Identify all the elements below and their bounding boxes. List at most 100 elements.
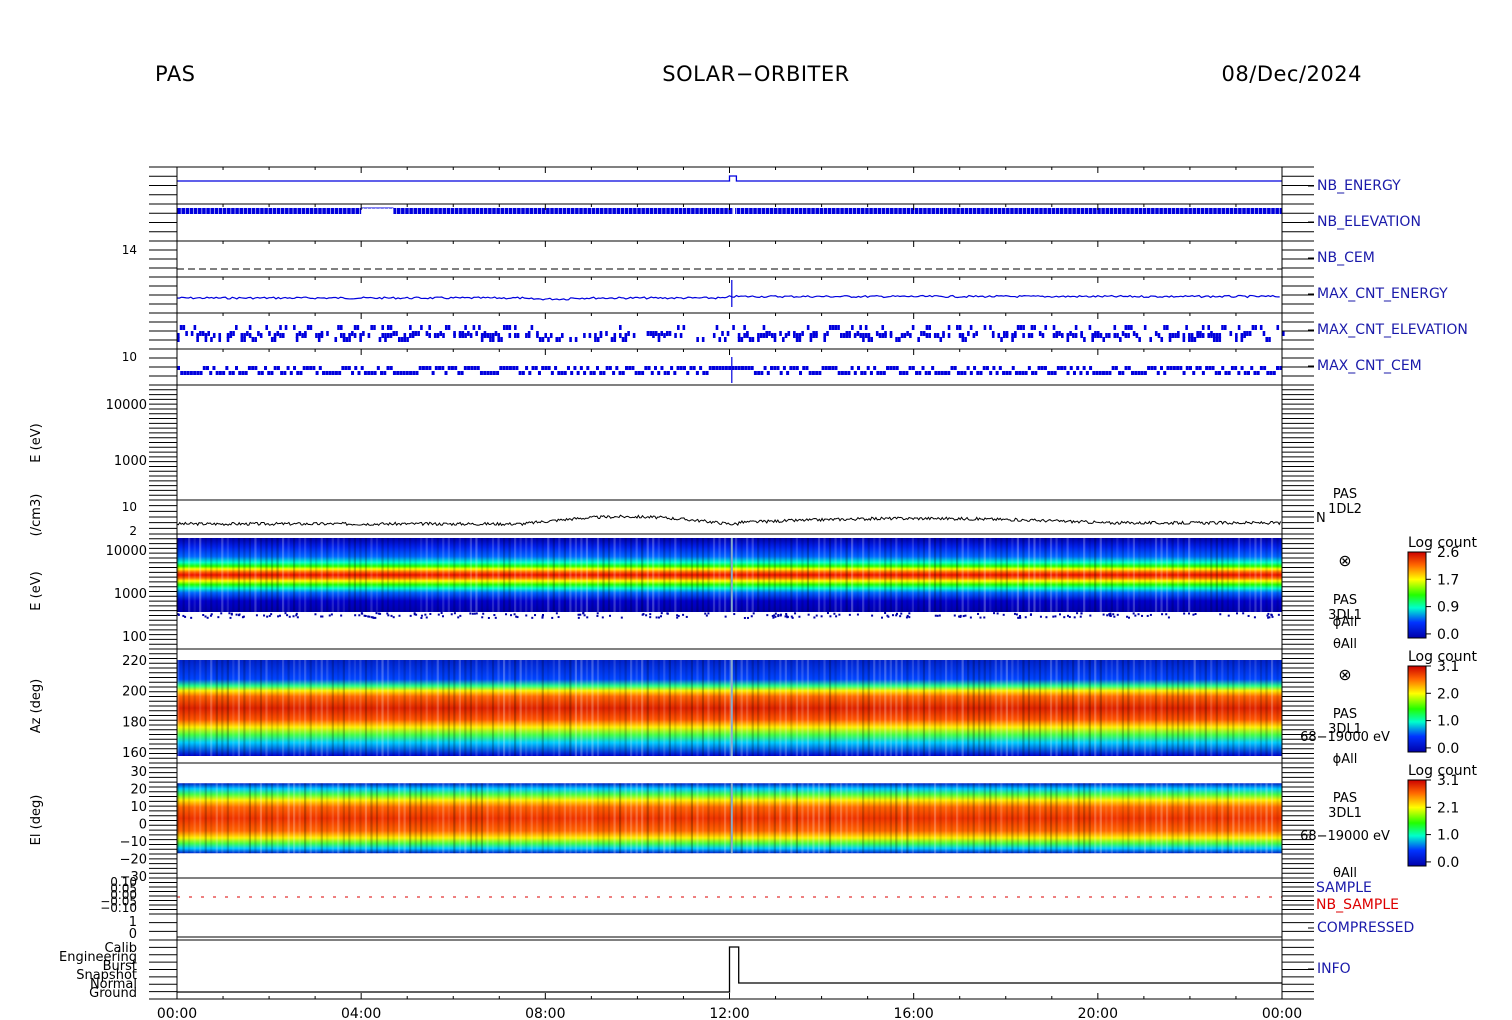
energy-spectrogram-texture <box>281 538 285 612</box>
max-cnt-cem-block <box>1137 371 1141 375</box>
energy-spectrogram-speck <box>969 616 972 619</box>
max-cnt-elevation-block <box>1207 325 1211 330</box>
energy-spectrogram-texture <box>1016 538 1019 612</box>
energy-spectrogram-speck <box>429 612 432 615</box>
energy-spectrogram-texture <box>1022 538 1025 612</box>
energy-spectrogram-speck <box>459 614 462 617</box>
azimuth-texture <box>784 660 787 756</box>
energy-spectrogram-speck <box>1013 612 1016 615</box>
energy-spectrogram-texture <box>922 538 926 612</box>
max-cnt-cem-block <box>547 366 551 370</box>
energy-spectrogram-texture <box>989 538 992 612</box>
azimuth-texture <box>442 660 445 756</box>
max-cnt-elevation-block <box>1188 333 1191 338</box>
azimuth-texture <box>331 660 334 756</box>
max-cnt-elevation-block <box>619 325 622 330</box>
energy-spectrogram-texture <box>817 538 821 612</box>
max-cnt-cem-block <box>763 366 767 370</box>
max-cnt-cem-block <box>666 371 670 375</box>
energy-spectrogram-texture <box>607 538 611 612</box>
max-cnt-elevation-block <box>1229 331 1233 336</box>
azimuth-texture <box>1066 660 1069 756</box>
max-cnt-elevation-block <box>668 331 672 336</box>
energy-spectrogram-speck <box>217 616 220 619</box>
max-cnt-elevation-block <box>613 333 617 338</box>
max-cnt-cem-block <box>621 371 625 375</box>
max-cnt-elevation-block <box>342 333 346 338</box>
elevation-texture <box>536 783 539 854</box>
max-cnt-cem-block <box>776 366 780 370</box>
max-cnt-cem-block <box>695 371 699 375</box>
energy-spectrogram-texture <box>514 538 517 612</box>
elevation-texture <box>834 783 837 854</box>
energy-spectrogram-texture <box>1160 538 1163 612</box>
max-cnt-elevation-block <box>748 337 752 342</box>
elevation-texture <box>602 783 605 854</box>
energy-spectrogram-speck <box>340 614 343 617</box>
max-cnt-cem-block <box>1163 371 1167 375</box>
azimuth-texture <box>696 660 699 756</box>
elevation-texture <box>817 783 821 854</box>
max-cnt-cem-block <box>415 371 419 375</box>
max-cnt-elevation-block <box>1030 325 1034 330</box>
max-cnt-cem-block <box>1276 366 1280 370</box>
energy-spectrogram-speck <box>676 616 679 619</box>
energy-spectrogram-speck <box>779 613 782 616</box>
max-cnt-elevation-block <box>1124 333 1128 338</box>
max-cnt-elevation-block <box>925 325 929 330</box>
max-cnt-cem-block <box>1240 366 1244 370</box>
max-cnt-elevation-block <box>505 325 509 330</box>
elevation-texture <box>1083 783 1086 854</box>
max-cnt-cem-block <box>898 371 902 375</box>
max-cnt-cem-block <box>318 366 322 370</box>
elevation-texture <box>1038 783 1042 854</box>
energy-spectrogram-speck <box>424 613 427 616</box>
energy-spectrogram-texture <box>613 538 616 612</box>
max-cnt-cem-block <box>989 371 993 375</box>
max-cnt-cem-block <box>766 371 770 375</box>
max-cnt-cem-block <box>550 371 554 375</box>
energy-spectrogram-texture <box>961 538 964 612</box>
energy-spectrogram-texture <box>392 538 395 612</box>
azimuth-texture <box>884 660 887 756</box>
energy-spectrogram-texture <box>812 538 815 612</box>
energy-spectrogram-speck <box>1063 616 1066 619</box>
max-cnt-elevation-block <box>411 333 415 338</box>
elevation-texture <box>1061 783 1064 854</box>
energy-spectrogram-speck <box>409 614 412 617</box>
energy-spectrogram-texture <box>1110 538 1113 612</box>
elevation-texture <box>519 783 522 854</box>
elevation-texture <box>1121 783 1124 854</box>
azimuth-texture <box>469 660 473 756</box>
azimuth-texture <box>232 660 235 756</box>
max-cnt-cem-block <box>992 366 996 370</box>
energy-spectrogram-texture <box>967 538 970 612</box>
energy-spectrogram-speck <box>457 616 460 619</box>
energy-spectrogram-speck <box>826 612 829 615</box>
max-cnt-cem-block <box>531 366 535 370</box>
max-cnt-elevation-block <box>1190 333 1194 338</box>
max-cnt-elevation-block <box>751 337 755 342</box>
elevation-texture <box>414 783 417 854</box>
max-cnt-cem-block <box>463 366 467 370</box>
max-cnt-elevation-block <box>193 325 197 330</box>
max-cnt-elevation-block <box>265 325 268 330</box>
max-cnt-elevation-block <box>1143 325 1147 330</box>
max-cnt-elevation-block <box>243 333 246 338</box>
max-cnt-cem-block <box>624 366 628 370</box>
energy-spectrogram-speck <box>210 613 213 616</box>
energy-spectrogram-texture <box>226 538 229 612</box>
energy-spectrogram-texture <box>735 538 738 612</box>
max-cnt-cem-block <box>357 371 361 375</box>
energy-spectrogram-texture <box>386 538 390 612</box>
max-cnt-elevation-block <box>588 333 592 338</box>
energy-spectrogram-texture <box>1066 538 1069 612</box>
max-cnt-elevation-block <box>248 333 252 338</box>
max-cnt-elevation-block <box>541 337 545 342</box>
max-cnt-cem-block <box>347 366 351 370</box>
max-cnt-cem-block <box>953 366 957 370</box>
elevation-texture <box>939 783 942 854</box>
max-cnt-elevation-block <box>201 331 205 336</box>
elevation-texture <box>1270 783 1274 854</box>
elevation-texture <box>204 783 207 854</box>
